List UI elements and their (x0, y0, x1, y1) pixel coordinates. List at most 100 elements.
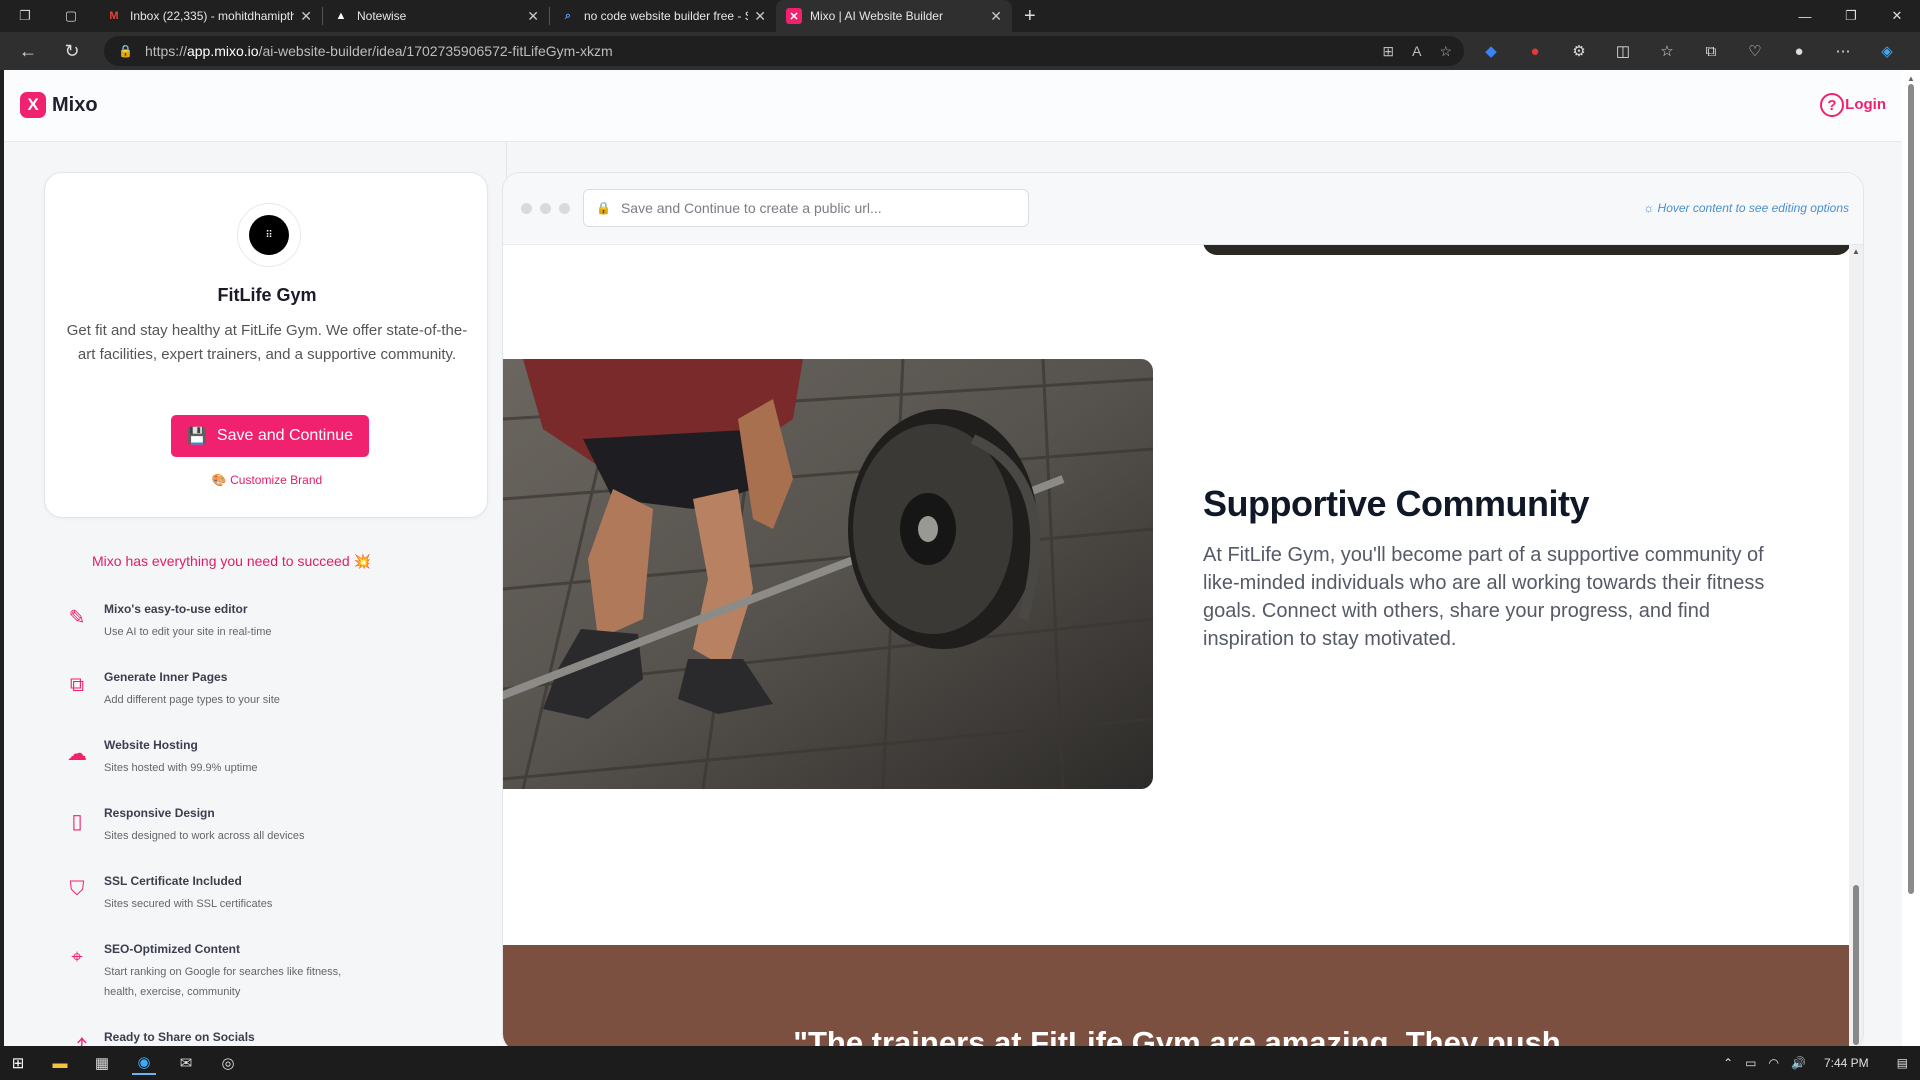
favorites-icon[interactable]: ☆ (1652, 36, 1682, 66)
section-text[interactable]: At FitLife Gym, you'll become part of a … (1203, 541, 1773, 653)
recorder-extension-icon[interactable]: ● (1520, 36, 1550, 66)
obs-icon[interactable]: ◎ (216, 1051, 240, 1075)
feature-title: Website Hosting (104, 738, 198, 752)
close-tab-icon[interactable]: ✕ (527, 8, 539, 25)
mail-icon[interactable]: ✉ (174, 1051, 198, 1075)
feature-desc: Start ranking on Google for searches lik… (104, 966, 342, 998)
calculator-icon[interactable]: ▦ (90, 1051, 114, 1075)
window-dots (521, 203, 570, 214)
page-scrollbar[interactable]: ▲ (1902, 70, 1920, 1046)
feature-title: Generate Inner Pages (104, 670, 228, 684)
site-content[interactable]: Supportive Community At FitLife Gym, you… (503, 245, 1851, 1046)
scroll-up-icon[interactable]: ▲ (1852, 247, 1860, 256)
read-aloud-icon[interactable]: A (1412, 43, 1421, 59)
logo-placeholder-icon: ⠿ (249, 215, 289, 255)
mixo-logo-text: Mixo (52, 93, 98, 116)
tray-chevron-icon[interactable]: ⌃ (1723, 1056, 1733, 1070)
tab-actions-icon[interactable]: ▢ (58, 0, 84, 32)
split-screen-icon[interactable]: ◫ (1608, 36, 1638, 66)
section-heading[interactable]: Supportive Community (1203, 483, 1590, 525)
preview-scrollbar[interactable]: ▲ (1849, 245, 1863, 1046)
window-controls: — ❐ ✕ (1782, 0, 1920, 32)
previous-section-image[interactable] (1203, 245, 1851, 255)
extensions-toolbar: ◆ ● ⚙ ◫ ☆ ⧉ ♡ ● ⋯ ◈ (1476, 32, 1902, 70)
preview-scroll-thumb[interactable] (1853, 885, 1859, 1045)
save-and-continue-button[interactable]: 💾 Save and Continue (171, 415, 369, 457)
deadlift-illustration (503, 359, 1153, 789)
deadlift-photo[interactable] (503, 359, 1153, 789)
feature-item: ⌖ SEO-Optimized Content Start ranking on… (64, 942, 484, 1030)
page-scroll-thumb[interactable] (1908, 84, 1914, 894)
app-available-icon[interactable]: ⊞ (1382, 43, 1394, 60)
feature-list: ✎ Mixo's easy-to-use editor Use AI to ed… (64, 602, 484, 1046)
close-tab-icon[interactable]: ✕ (754, 8, 766, 25)
business-avatar[interactable]: ⠿ (237, 203, 301, 267)
feature-item: ⛉ SSL Certificate Included Sites secured… (64, 874, 484, 942)
more-menu-icon[interactable]: ⋯ (1828, 36, 1858, 66)
feature-title: Mixo's easy-to-use editor (104, 602, 248, 616)
refresh-icon[interactable]: ↻ (54, 35, 90, 67)
taskbar-apps: ⊞ ▬ ▦ ◉ ✉ ◎ (6, 1046, 240, 1080)
new-tab-icon[interactable]: + (1024, 5, 1036, 28)
volume-icon[interactable]: 🔊 (1791, 1056, 1806, 1070)
customize-brand-label: Customize Brand (230, 473, 323, 487)
public-url-field[interactable]: 🔒 Save and Continue to create a public u… (583, 189, 1029, 227)
feature-title: Responsive Design (104, 806, 215, 820)
close-tab-icon[interactable]: ✕ (990, 8, 1002, 25)
workspaces-icon[interactable]: ❐ (12, 0, 38, 32)
tab-gmail[interactable]: M Inbox (22,335) - mohitdhamipth ✕ (96, 0, 322, 32)
feature-title: SSL Certificate Included (104, 874, 242, 888)
favorite-star-icon[interactable]: ☆ (1439, 43, 1452, 60)
bitwarden-icon[interactable]: ◆ (1476, 36, 1506, 66)
battery-icon[interactable]: ▭ (1745, 1056, 1756, 1070)
back-icon[interactable]: ← (10, 35, 46, 67)
url-host: app.mixo.io (186, 43, 259, 59)
windows-start-icon[interactable]: ⊞ (6, 1051, 30, 1075)
notifications-icon[interactable]: ▤ (1897, 1056, 1908, 1070)
hover-hint-text: Hover content to see editing options (1657, 201, 1849, 215)
preview-toolbar: 🔒 Save and Continue to create a public u… (503, 173, 1863, 245)
testimonial-section[interactable]: "The trainers at FitLife Gym are amazing… (503, 945, 1851, 1046)
devices-icon: ▯ (71, 810, 83, 833)
business-name: FitLife Gym (217, 285, 317, 305)
scroll-up-icon[interactable]: ▲ (1907, 74, 1915, 83)
file-explorer-icon[interactable]: ▬ (48, 1051, 72, 1075)
address-bar[interactable]: 🔒 https://app.mixo.io/ai-website-builder… (104, 36, 1464, 66)
browser-essentials-icon[interactable]: ♡ (1740, 36, 1770, 66)
feature-item: ▯ Responsive Design Sites designed to wo… (64, 806, 484, 874)
mixo-logo-mark: X (20, 92, 46, 118)
mixo-logo[interactable]: X Mixo (20, 92, 98, 118)
extensions-icon[interactable]: ⚙ (1564, 36, 1594, 66)
restore-icon[interactable]: ❐ (1828, 0, 1874, 32)
clock-time[interactable]: 7:44 PM (1824, 1056, 1869, 1070)
profile-avatar[interactable]: ● (1784, 36, 1814, 66)
close-window-icon[interactable]: ✕ (1874, 0, 1920, 32)
customize-brand-link[interactable]: 🎨 Customize Brand (45, 473, 489, 487)
business-description: Get fit and stay healthy at FitLife Gym.… (66, 322, 468, 363)
feature-title: Ready to Share on Socials (104, 1030, 255, 1044)
url-scheme: https:// (144, 43, 187, 59)
login-link[interactable]: Login (1845, 96, 1886, 113)
save-disk-icon: 💾 (186, 428, 207, 445)
save-button-label: Save and Continue (216, 427, 354, 444)
tab-notewise[interactable]: ▲ Notewise ✕ (323, 0, 549, 32)
collections-icon[interactable]: ⧉ (1696, 36, 1726, 66)
succeed-heading: Mixo has everything you need to succeed … (92, 553, 371, 569)
testimonial-quote[interactable]: "The trainers at FitLife Gym are amazing… (503, 1025, 1851, 1046)
web-page: X Mixo ? Login ⠿ FitLife Gym Get fit and… (4, 70, 1902, 1046)
tab-search[interactable]: ⌕ no code website builder free - Se ✕ (550, 0, 776, 32)
close-tab-icon[interactable]: ✕ (300, 8, 312, 25)
lock-icon: 🔒 (596, 201, 611, 215)
feature-title: SEO-Optimized Content (104, 942, 240, 956)
wifi-icon[interactable]: ◠ (1769, 1056, 1779, 1070)
minimize-icon[interactable]: — (1782, 0, 1828, 32)
gmail-icon: M (109, 10, 119, 22)
feature-desc: Sites secured with SSL certificates (104, 898, 273, 910)
tab-mixo[interactable]: ✕ Mixo | AI Website Builder ✕ (776, 0, 1012, 32)
help-icon[interactable]: ? (1820, 93, 1844, 117)
search-icon: ⌕ (564, 9, 572, 22)
address-bar-icons: ⊞ A ☆ (1382, 36, 1452, 66)
edge-browser-icon[interactable]: ◉ (132, 1051, 156, 1075)
lock-icon[interactable]: 🔒 (118, 44, 133, 58)
copilot-icon[interactable]: ◈ (1872, 36, 1902, 66)
